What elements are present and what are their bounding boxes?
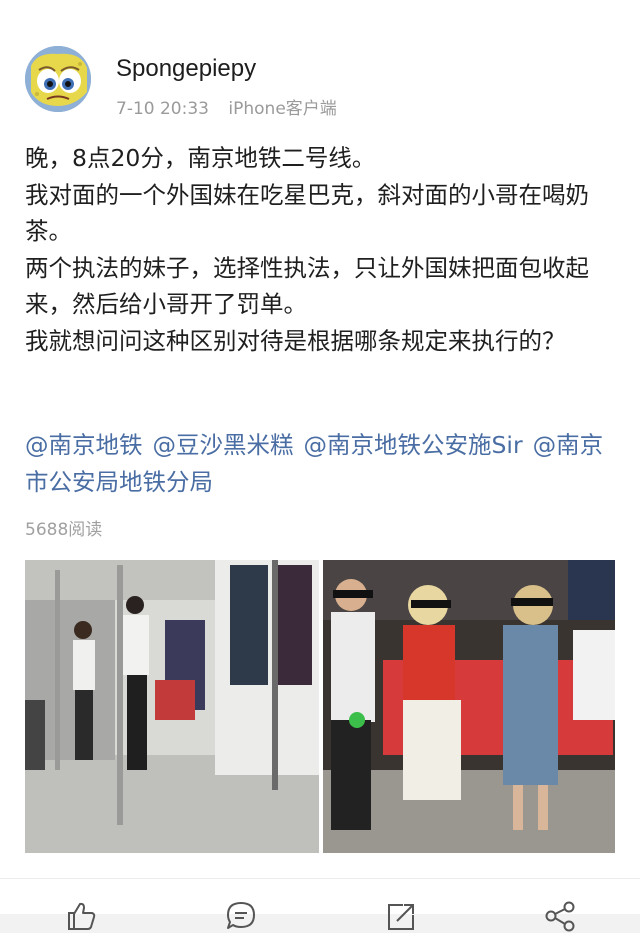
subway-interior-image: [25, 560, 319, 853]
username[interactable]: Spongepiepy: [116, 55, 256, 83]
weibo-post-card: Spongepiepy 7-10 20:33 iPhone客户端 晚，8点20分…: [0, 0, 640, 932]
post-meta: 7-10 20:33 iPhone客户端: [116, 94, 351, 119]
mention-link[interactable]: @南京地铁: [25, 431, 143, 459]
post-line: 两个执法的妹子，选择性执法，只让外国妹把面包收起来，然后给小哥开了罚单。: [25, 253, 589, 319]
mention-link[interactable]: @南京地铁公安施Sir: [304, 431, 523, 459]
share-button[interactable]: [542, 899, 578, 933]
post-line: 我就想问问这种区别对待是根据哪条规定来执行的？: [25, 326, 566, 355]
repost-button[interactable]: [383, 899, 419, 933]
like-button[interactable]: [63, 899, 99, 933]
subway-car-interior-photo[interactable]: [25, 560, 319, 853]
comment-icon: [227, 902, 255, 929]
passengers-seated-photo[interactable]: [323, 560, 615, 853]
passengers-image: [323, 560, 615, 853]
thumbs-up-icon: [68, 902, 96, 930]
read-count: 5688阅读: [25, 520, 103, 540]
repost-icon: [388, 904, 414, 930]
action-bar: [0, 878, 640, 933]
avatar[interactable]: [25, 46, 91, 112]
spongebob-avatar-icon: [25, 46, 91, 112]
post-line: 晚，8点20分，南京地铁二号线。: [25, 144, 376, 172]
post-time: 7-10 20:33: [116, 99, 209, 119]
mentions: @南京地铁 @豆沙黑米糕 @南京地铁公安施Sir @南京市公安局地铁分局: [25, 427, 615, 500]
mention-link[interactable]: @豆沙黑米糕: [153, 431, 294, 459]
post-source: iPhone客户端: [228, 99, 337, 119]
share-icon: [545, 901, 575, 932]
comment-button[interactable]: [223, 899, 259, 933]
post-line: 我对面的一个外国妹在吃星巴克，斜对面的小哥在喝奶茶。: [25, 180, 589, 246]
post-text: 晚，8点20分，南京地铁二号线。 我对面的一个外国妹在吃星巴克，斜对面的小哥在喝…: [25, 140, 615, 359]
